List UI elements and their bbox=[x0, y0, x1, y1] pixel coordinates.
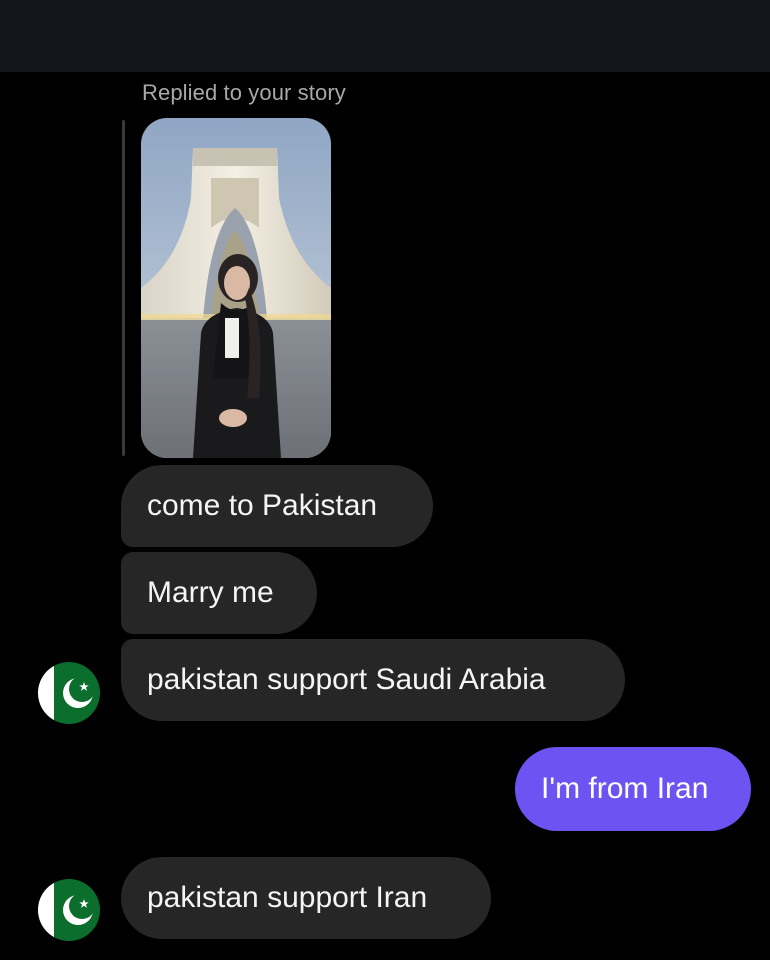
message-text: pakistan support Saudi Arabia bbox=[147, 663, 546, 696]
story-reply-label: Replied to your story bbox=[142, 80, 346, 105]
pakistan-flag-icon bbox=[38, 662, 100, 724]
message-bubble[interactable]: Marry me bbox=[121, 552, 317, 634]
message-bubble[interactable]: pakistan support Saudi Arabia bbox=[121, 639, 625, 721]
sender-avatar[interactable] bbox=[38, 662, 100, 724]
message-text: come to Pakistan bbox=[147, 489, 378, 522]
message-bubble-outgoing[interactable]: I'm from Iran bbox=[515, 747, 751, 831]
reply-divider bbox=[122, 120, 125, 456]
status-bar bbox=[0, 0, 770, 72]
sender-avatar[interactable] bbox=[38, 879, 100, 941]
story-thumbnail[interactable] bbox=[141, 118, 331, 458]
message-bubble[interactable]: pakistan support Iran bbox=[121, 857, 491, 939]
message-bubble[interactable]: come to Pakistan bbox=[121, 465, 433, 547]
message-text: pakistan support Iran bbox=[147, 881, 428, 914]
message-text: I'm from Iran bbox=[541, 772, 709, 805]
message-text: Marry me bbox=[147, 576, 274, 609]
pakistan-flag-icon bbox=[38, 879, 100, 941]
